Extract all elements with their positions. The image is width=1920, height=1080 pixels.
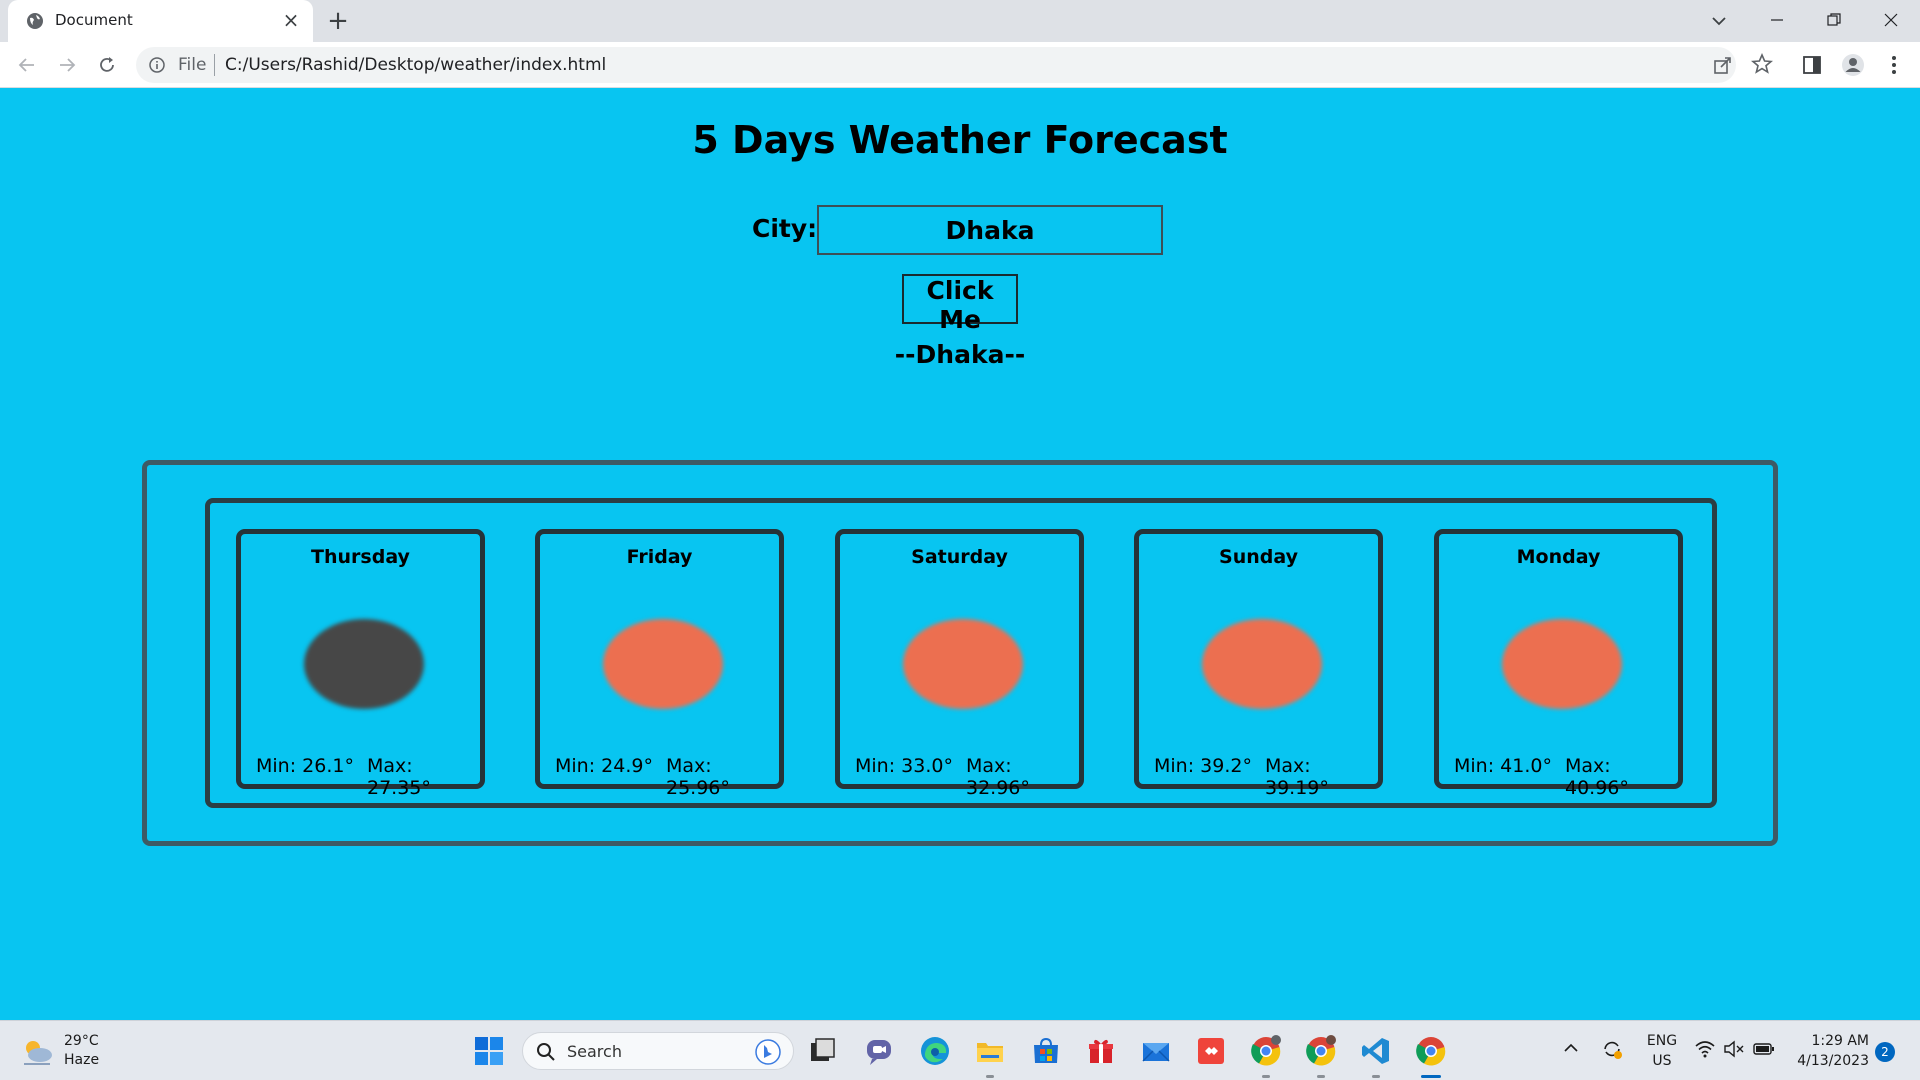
task-view-icon[interactable] <box>807 1035 839 1067</box>
minimize-button[interactable] <box>1748 0 1804 40</box>
min-temp: Min: 39.2° <box>1154 755 1252 777</box>
new-tab-button[interactable]: + <box>324 7 352 35</box>
wifi-icon[interactable] <box>1694 1039 1716 1059</box>
menu-dots-icon[interactable] <box>1882 53 1906 77</box>
taskbar: 29°C Haze Search ENG US 1:29 AM 4/13/202… <box>0 1020 1920 1080</box>
max-temp: Max: 25.96° <box>666 755 730 799</box>
search-icon <box>537 1043 555 1061</box>
share-icon[interactable] <box>1712 54 1734 76</box>
min-temp: Min: 41.0° <box>1454 755 1552 777</box>
url-scheme-label: File <box>178 55 207 75</box>
weather-description: Haze <box>64 1052 100 1068</box>
forecast-card-saturday: Saturday Min: 33.0° Max: 32.96° <box>835 529 1084 799</box>
restore-button[interactable] <box>1805 0 1861 40</box>
max-temp: Max: 32.96° <box>966 755 1030 799</box>
weather-temperature: 29°C <box>64 1033 99 1049</box>
tab-strip: Document × + <box>0 0 1920 42</box>
min-temp: Min: 26.1° <box>256 755 354 777</box>
anydesk-icon[interactable] <box>1195 1035 1227 1067</box>
city-input[interactable] <box>817 205 1163 255</box>
vscode-icon[interactable] <box>1360 1035 1392 1067</box>
back-button[interactable] <box>13 51 41 79</box>
running-indicator <box>1372 1075 1380 1078</box>
search-placeholder: Search <box>567 1042 622 1061</box>
reload-button[interactable] <box>93 51 121 79</box>
weather-widget[interactable]: 29°C Haze <box>20 1033 140 1073</box>
forecast-day: Monday <box>1516 546 1601 568</box>
forecast-card-friday: Friday Min: 24.9° Max: 25.96° <box>535 529 784 799</box>
max-temp: Max: 27.35° <box>367 755 431 799</box>
sun-icon <box>1502 619 1622 709</box>
side-panel-icon[interactable] <box>1800 53 1824 77</box>
sync-icon[interactable] <box>1600 1037 1624 1061</box>
forecast-day: Thursday <box>311 546 410 568</box>
reload-icon <box>100 57 114 72</box>
running-indicator <box>1262 1075 1270 1078</box>
max-temp: Max: 39.19° <box>1265 755 1329 799</box>
teams-chat-icon[interactable] <box>863 1035 895 1067</box>
forward-arrow-icon <box>60 58 76 72</box>
tab-title: Document <box>55 11 133 29</box>
forecast-day: Sunday <box>1219 546 1298 568</box>
date-text: 4/13/2023 <box>1797 1053 1869 1069</box>
sun-icon <box>903 619 1023 709</box>
chrome-profile-a-icon[interactable] <box>1250 1035 1282 1067</box>
max-temp: Max: 40.96° <box>1565 755 1629 799</box>
close-window-button[interactable] <box>1862 0 1918 40</box>
forecast-card-sunday: Sunday Min: 39.2° Max: 39.19° <box>1134 529 1383 799</box>
info-icon[interactable] <box>149 57 165 73</box>
clock[interactable]: 1:29 AM 4/13/2023 <box>1783 1031 1869 1071</box>
forecast-day: Saturday <box>911 546 1008 568</box>
forecast-day: Friday <box>626 546 693 568</box>
mail-icon[interactable] <box>1140 1035 1172 1067</box>
address-bar[interactable]: File C:/Users/Rashid/Desktop/weather/ind… <box>136 47 1736 83</box>
haze-weather-icon <box>24 1041 52 1065</box>
globe-icon <box>27 13 43 29</box>
tab-close-icon[interactable]: × <box>280 9 302 31</box>
chevron-up-icon[interactable] <box>1562 1039 1580 1057</box>
browser-tab[interactable]: Document × <box>8 0 313 42</box>
forecast-card-monday: Monday Min: 41.0° Max: 40.96° <box>1434 529 1683 799</box>
forecast-card-thursday: Thursday Min: 26.1° Max: 27.35° <box>236 529 485 799</box>
city-label: City: <box>752 214 818 243</box>
forward-button[interactable] <box>53 51 81 79</box>
windows-start-icon[interactable] <box>473 1035 505 1067</box>
active-indicator <box>1421 1075 1441 1078</box>
click-me-button[interactable]: Click Me <box>902 274 1018 334</box>
notification-badge[interactable]: 2 <box>1875 1042 1895 1062</box>
language-code: ENG <box>1646 1033 1678 1049</box>
browser-toolbar: File C:/Users/Rashid/Desktop/weather/ind… <box>0 42 1920 88</box>
restore-icon <box>1827 13 1841 26</box>
time-text: 1:29 AM <box>1811 1033 1869 1049</box>
city-display: --Dhaka-- <box>894 340 1026 369</box>
close-icon <box>1884 13 1898 27</box>
running-indicator <box>986 1075 994 1078</box>
microsoft-store-icon[interactable] <box>1030 1035 1062 1067</box>
chrome-profile-t-icon[interactable] <box>1305 1035 1337 1067</box>
min-temp: Min: 24.9° <box>555 755 653 777</box>
chrome-active-icon[interactable] <box>1415 1035 1447 1067</box>
back-arrow-icon <box>18 58 34 72</box>
running-indicator <box>1317 1075 1325 1078</box>
minimize-icon <box>1771 19 1783 21</box>
profile-avatar-icon[interactable] <box>1841 53 1865 77</box>
battery-icon[interactable] <box>1753 1039 1775 1059</box>
url-text[interactable]: C:/Users/Rashid/Desktop/weather/index.ht… <box>225 55 606 75</box>
language-indicator[interactable]: ENG US <box>1645 1031 1679 1071</box>
page-title: 5 Days Weather Forecast <box>692 118 1228 162</box>
dark-cloud-icon <box>304 619 424 709</box>
sun-icon <box>603 619 723 709</box>
tab-search-chevron-icon[interactable] <box>1706 8 1732 34</box>
file-explorer-icon[interactable] <box>974 1035 1006 1067</box>
region-code: US <box>1652 1053 1672 1069</box>
sun-icon <box>1202 619 1322 709</box>
url-separator <box>214 54 215 76</box>
bing-icon[interactable] <box>755 1039 781 1065</box>
min-temp: Min: 33.0° <box>855 755 953 777</box>
volume-muted-icon[interactable] <box>1723 1039 1745 1059</box>
taskbar-search[interactable]: Search <box>522 1032 794 1070</box>
gift-app-icon[interactable] <box>1085 1035 1117 1067</box>
bookmark-star-icon[interactable] <box>1751 53 1773 75</box>
edge-browser-icon[interactable] <box>919 1035 951 1067</box>
